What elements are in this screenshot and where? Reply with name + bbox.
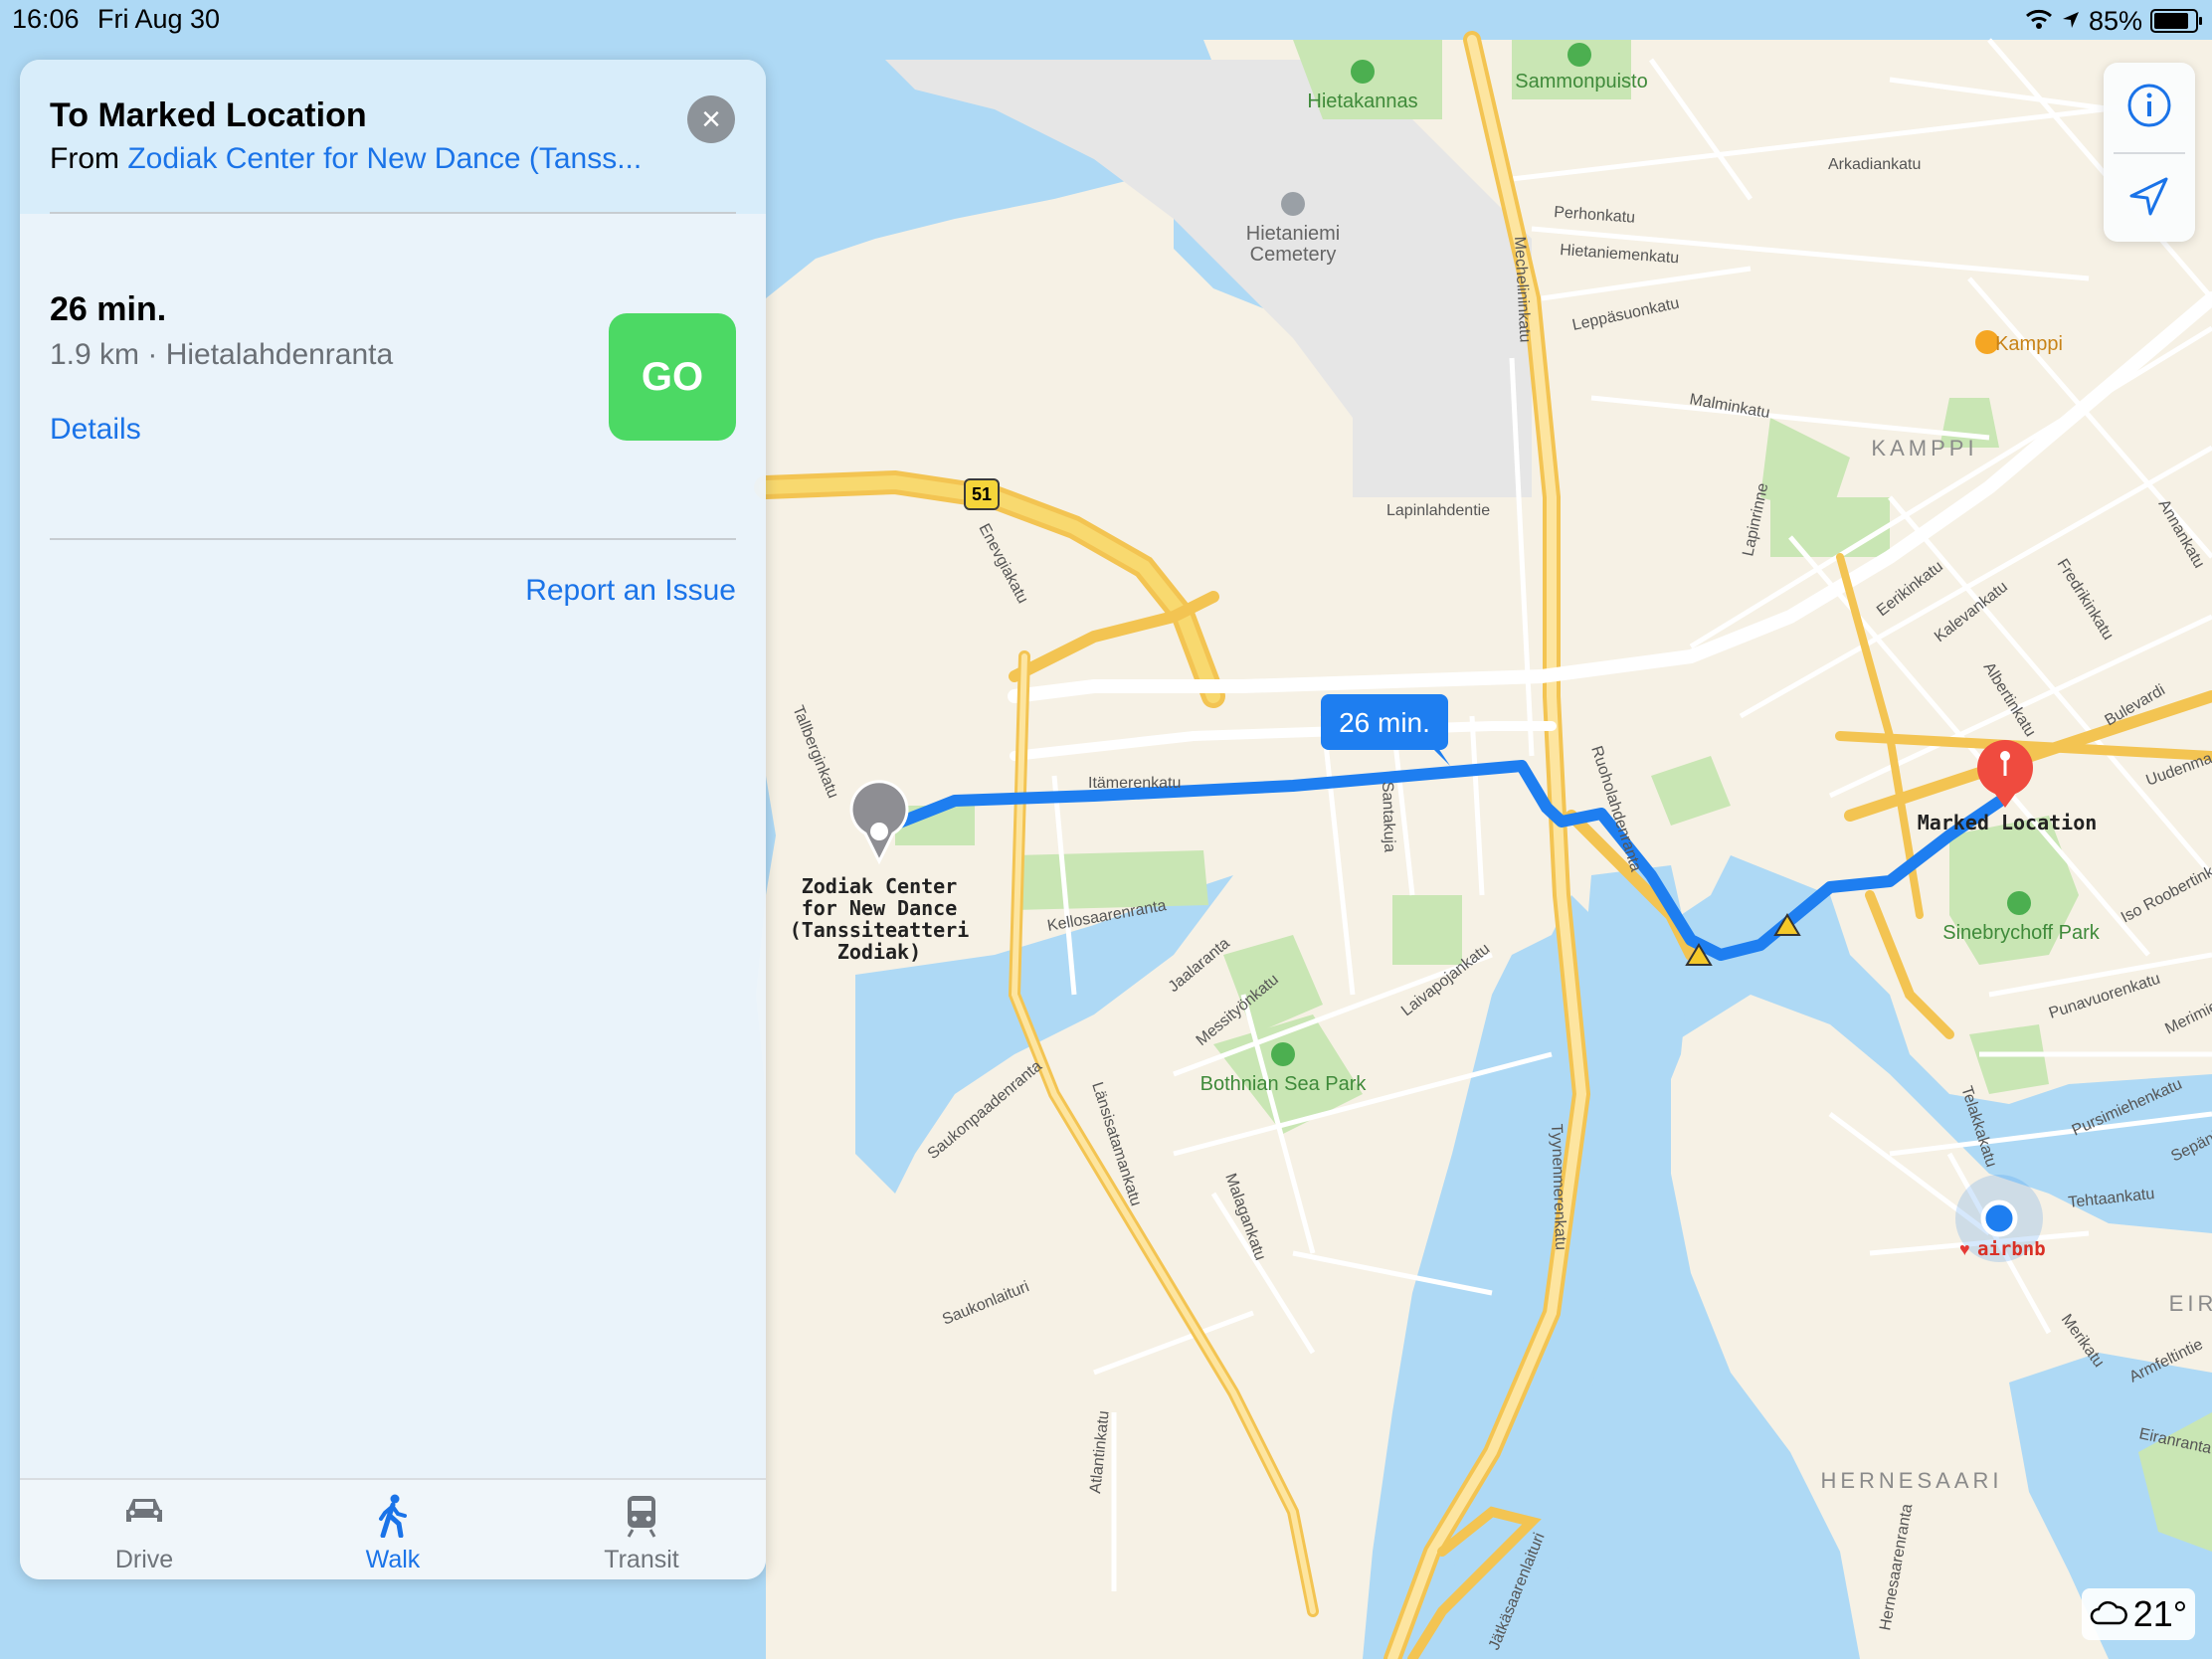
divider (50, 538, 736, 540)
location-arrow-icon (2061, 6, 2081, 37)
divider (50, 212, 736, 214)
svg-text:Lapinlahdentie: Lapinlahdentie (1386, 502, 1490, 519)
cloud-icon (2090, 1599, 2127, 1630)
car-icon (122, 1494, 166, 1533)
transport-mode-tabs: Drive Walk Transit (20, 1478, 766, 1579)
cemetery-pin-icon (1281, 192, 1305, 216)
start-label-line: Zodiak Center (802, 874, 958, 898)
route-distance: 1.9 km · Hietalahdenranta (50, 338, 394, 371)
go-button[interactable]: GO (609, 313, 736, 441)
status-time: 16:06 (12, 4, 80, 34)
svg-text:KAMPPI: KAMPPI (1871, 436, 1977, 461)
wifi-icon (2025, 6, 2053, 37)
svg-text:Hietakannas: Hietakannas (1307, 91, 1417, 112)
airbnb-place-label[interactable]: airbnb (1977, 1238, 2046, 1260)
svg-text:51: 51 (972, 484, 992, 504)
report-issue-link[interactable]: Report an Issue (525, 574, 736, 608)
svg-text:Cemetery: Cemetery (1250, 244, 1337, 266)
panel-header (20, 60, 766, 214)
marked-location-label: Marked Location (1918, 811, 2098, 834)
info-icon (2127, 84, 2171, 127)
svg-text:Sinebrychoff Park: Sinebrychoff Park (1942, 922, 2100, 944)
origin-link[interactable]: Zodiak Center for New Dance (Tanss... (127, 142, 642, 175)
train-icon (625, 1494, 658, 1543)
tab-drive[interactable]: Drive (20, 1480, 269, 1579)
tab-label: Walk (365, 1546, 421, 1573)
map-controls (2104, 63, 2195, 242)
locate-me-button[interactable] (2104, 154, 2195, 244)
status-indicators: 85% (2025, 4, 2202, 38)
svg-text:Sammonpuisto: Sammonpuisto (1515, 71, 1647, 92)
svg-text:HERNESAARI: HERNESAARI (1820, 1468, 2002, 1493)
close-icon: × (701, 100, 721, 138)
status-date: Fri Aug 30 (97, 4, 221, 34)
start-label-line: (Tanssiteatteri (790, 918, 970, 942)
svg-text:EIR: EIR (2169, 1291, 2212, 1316)
svg-text:Hietaniemi: Hietaniemi (1246, 223, 1340, 245)
directions-panel: To Marked Location From Zodiak Center fo… (20, 60, 766, 1579)
tab-walk[interactable]: Walk (269, 1480, 517, 1579)
weather-badge: 21° (2082, 1588, 2195, 1640)
route-origin: From Zodiak Center for New Dance (Tanss.… (50, 142, 642, 176)
svg-text:Arkadiankatu: Arkadiankatu (1828, 156, 1921, 173)
close-button[interactable]: × (687, 95, 735, 143)
details-link[interactable]: Details (50, 413, 141, 447)
svg-text:26 min.: 26 min. (1339, 707, 1430, 738)
svg-text:Santakuja: Santakuja (1379, 782, 1397, 853)
walk-icon (376, 1494, 410, 1543)
tab-label: Drive (114, 1546, 174, 1573)
tab-label: Transit (604, 1546, 679, 1573)
route-title: To Marked Location (50, 96, 367, 134)
battery-percent: 85% (2088, 5, 2142, 36)
svg-text:Bothnian Sea Park: Bothnian Sea Park (1200, 1073, 1368, 1095)
map-info-button[interactable] (2104, 63, 2195, 152)
svg-text:Kamppi: Kamppi (1995, 333, 2063, 355)
highway-51-shield: 51 (964, 478, 1000, 510)
heart-icon: ♥ (1959, 1239, 1970, 1259)
status-bar: 16:06 Fri Aug 30 85% (0, 0, 2212, 40)
start-label-line: Zodiak) (837, 940, 921, 964)
weather-temperature: 21° (2132, 1593, 2188, 1634)
route-duration: 26 min. (50, 290, 167, 328)
tab-transit[interactable]: Transit (517, 1480, 766, 1579)
battery-icon (2150, 9, 2202, 33)
origin-prefix: From (50, 142, 119, 175)
svg-text:Itämerenkatu: Itämerenkatu (1088, 775, 1181, 792)
start-label-line: for New Dance (802, 896, 958, 920)
location-arrow-icon (2129, 177, 2168, 216)
